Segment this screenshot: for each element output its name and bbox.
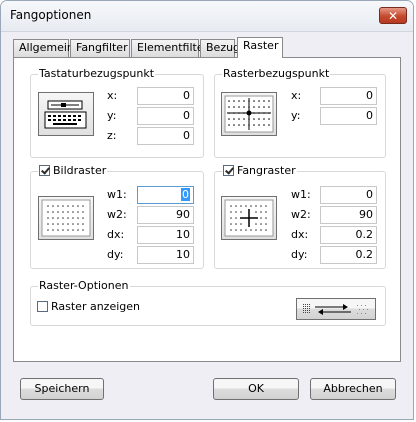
fangraster-button[interactable] [221, 196, 277, 240]
tab-allgemein[interactable]: Allgemein [13, 39, 74, 57]
tastaturbezugspunkt-label: Tastaturbezugspunkt [38, 67, 156, 80]
dialog-window: Fangoptionen ✕ Allgemein Fangfilter Elem… [0, 0, 414, 420]
raster-bezug-x-label: x: [291, 89, 302, 102]
fangraster-dy-value: 0.2 [355, 248, 374, 261]
tastatur-z-label: z: [107, 129, 117, 142]
bildraster-dx-input[interactable]: 10 [137, 226, 194, 244]
close-icon: ✕ [387, 9, 399, 23]
snap-grid-crosshair-icon [224, 199, 274, 237]
raster-tab-page: Tastaturbezugspunkt x: 0 y: 0 z: 0 Raste… [13, 57, 401, 362]
raster-anzeigen-label: Raster anzeigen [51, 300, 141, 313]
grid-reference-button[interactable] [221, 92, 277, 136]
fangraster-checkbox[interactable] [223, 165, 234, 176]
bildraster-dy-label: dy: [107, 248, 124, 261]
rasterbezugspunkt-label: Rasterbezugspunkt [222, 67, 331, 80]
bildraster-dy-input[interactable]: 10 [137, 246, 194, 264]
raster-anzeigen-toggle[interactable]: Raster anzeigen [37, 300, 140, 313]
bildraster-w2-label: w2: [107, 208, 127, 221]
tab-bezug[interactable]: Bezug [200, 39, 240, 57]
bildraster-w2-value: 90 [176, 208, 190, 221]
close-button[interactable]: ✕ [379, 7, 407, 24]
speichern-button[interactable]: Speichern [20, 378, 104, 400]
bildraster-w1-input[interactable]: 0 [137, 186, 194, 204]
tab-elementfilter[interactable]: Elementfilter [131, 39, 208, 57]
fangraster-w2-value: 90 [359, 208, 373, 221]
abbrechen-button[interactable]: Abbrechen [310, 378, 396, 400]
tastatur-y-label: y: [107, 109, 117, 122]
tastatur-y-input[interactable]: 0 [137, 107, 194, 125]
fangraster-toggle[interactable]: Fangraster [222, 165, 297, 177]
bildraster-dx-label: dx: [107, 228, 125, 241]
fangraster-w1-input[interactable]: 0 [320, 186, 377, 204]
fangraster-label: Fangraster [237, 164, 296, 177]
bildraster-w1-label: w1: [107, 188, 127, 201]
bildraster-toggle[interactable]: Bildraster [38, 164, 108, 177]
raster-bezug-x-input[interactable]: 0 [320, 87, 377, 105]
keyboard-icon [44, 100, 87, 129]
raster-bezug-y-value: 0 [366, 109, 373, 122]
fangraster-w1-value: 0 [366, 188, 373, 201]
window-title: Fangoptionen [10, 8, 92, 22]
bildraster-w2-input[interactable]: 90 [137, 206, 194, 224]
tastatur-x-input[interactable]: 0 [137, 87, 194, 105]
bildraster-checkbox[interactable] [39, 165, 50, 176]
tastatur-x-label: x: [107, 89, 118, 102]
tastatur-x-value: 0 [183, 89, 190, 102]
fangraster-dx-value: 0.2 [355, 228, 374, 241]
fangraster-w2-label: w2: [291, 208, 311, 221]
raster-bezug-y-label: y: [291, 109, 301, 122]
grid-swap-button[interactable] [296, 298, 376, 320]
raster-bezug-x-value: 0 [366, 89, 373, 102]
grid-reference-point-icon [224, 95, 274, 133]
ok-button[interactable]: OK [213, 378, 299, 400]
tastatur-z-input[interactable]: 0 [137, 127, 194, 145]
tastatur-y-value: 0 [183, 109, 190, 122]
fangraster-dy-label: dy: [291, 248, 308, 261]
raster-bezug-y-input[interactable]: 0 [320, 107, 377, 125]
fangraster-dx-label: dx: [291, 228, 309, 241]
dot-grid-icon [41, 199, 91, 237]
tastatur-z-value: 0 [183, 129, 190, 142]
tab-fangfilter[interactable]: Fangfilter [70, 39, 130, 57]
title-bar: Fangoptionen ✕ [1, 1, 413, 32]
fangraster-w2-input[interactable]: 90 [320, 206, 377, 224]
tab-raster[interactable]: Raster [237, 37, 283, 58]
fangraster-dx-input[interactable]: 0.2 [320, 226, 377, 244]
fangraster-w1-label: w1: [291, 188, 311, 201]
keyboard-reference-button[interactable] [38, 92, 94, 136]
bildraster-label: Bildraster [53, 164, 107, 177]
raster-anzeigen-checkbox[interactable] [37, 301, 48, 312]
bildraster-dy-value: 10 [176, 248, 190, 261]
bildraster-w1-value: 0 [181, 188, 190, 201]
fangraster-dy-input[interactable]: 0.2 [320, 246, 377, 264]
raster-optionen-label: Raster-Optionen [38, 279, 130, 292]
bildraster-button[interactable] [38, 196, 94, 240]
grid-swap-icon [303, 304, 368, 315]
bildraster-dx-value: 10 [176, 228, 190, 241]
